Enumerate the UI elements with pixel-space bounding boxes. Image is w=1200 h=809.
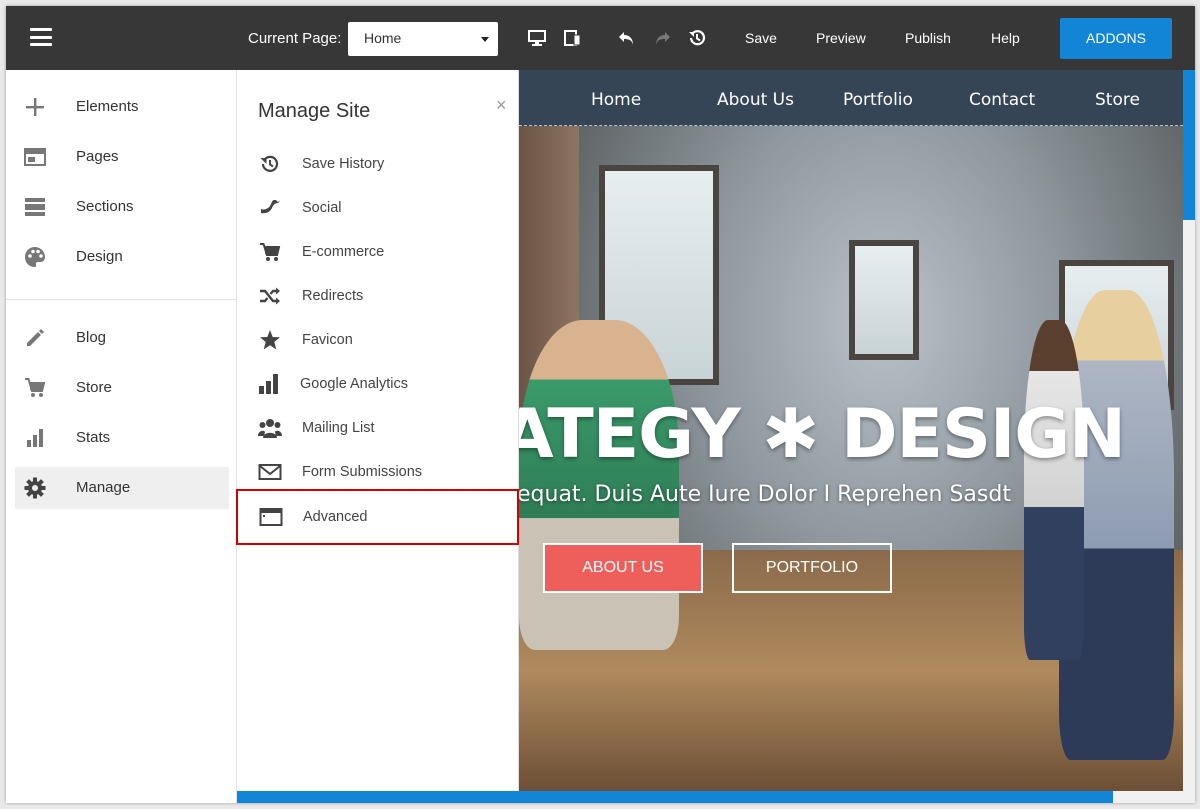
bar-chart-icon <box>27 429 43 447</box>
sidebar-item-pages[interactable]: Pages <box>15 136 229 178</box>
preview-button[interactable]: Preview <box>816 30 866 46</box>
top-toolbar: Current Page: Home Save Preview Publish … <box>6 6 1195 70</box>
cart-icon <box>25 378 46 397</box>
plus-icon <box>26 98 44 116</box>
menu-item-label: Mailing List <box>302 420 375 436</box>
menu-item-label: Save History <box>302 156 385 172</box>
help-button[interactable]: Help <box>991 30 1020 46</box>
left-sidebar: Elements Pages Sections Design Blog Stor… <box>6 70 237 803</box>
menu-item-redirects[interactable]: Redirects <box>237 274 519 318</box>
site-navigation: Home About Us Portfolio Contact Store <box>519 70 1183 126</box>
hero-headline: ATEGY ✱ DESIGN <box>519 395 1126 474</box>
about-us-button[interactable]: ABOUT US <box>543 543 703 593</box>
history-icon[interactable] <box>687 28 707 48</box>
pages-icon <box>24 148 46 166</box>
panel-title: Manage Site <box>258 100 371 122</box>
menu-item-mailing-list[interactable]: Mailing List <box>237 406 519 450</box>
office-window <box>849 240 919 360</box>
sidebar-item-label: Manage <box>76 479 131 496</box>
sidebar-divider <box>6 299 237 300</box>
group-icon <box>258 419 282 438</box>
pencil-icon <box>27 329 44 346</box>
manage-site-panel: Manage Site × Save History Social E-comm… <box>236 70 519 803</box>
person-figure <box>1024 320 1084 660</box>
shuffle-icon <box>260 287 280 305</box>
nav-link-portfolio[interactable]: Portfolio <box>843 90 913 110</box>
menu-item-label: Google Analytics <box>300 376 409 392</box>
nav-link-home[interactable]: Home <box>591 90 641 110</box>
sidebar-item-blog[interactable]: Blog <box>15 317 229 359</box>
menu-item-save-history[interactable]: Save History <box>237 142 519 186</box>
star-icon <box>260 330 280 350</box>
app-window: Current Page: Home Save Preview Publish … <box>6 6 1195 803</box>
bird-icon <box>261 199 280 214</box>
menu-item-label: Form Submissions <box>302 464 423 480</box>
desktop-view-icon[interactable] <box>527 28 547 48</box>
sidebar-item-manage[interactable]: Manage <box>15 467 229 509</box>
current-page-label: Current Page: <box>248 30 342 47</box>
nav-link-store[interactable]: Store <box>1095 90 1140 110</box>
close-icon[interactable]: × <box>496 95 507 116</box>
envelope-icon <box>258 464 282 480</box>
menu-item-google-analytics[interactable]: Google Analytics <box>237 362 519 406</box>
history-icon <box>260 155 279 172</box>
gear-icon <box>24 477 46 499</box>
menu-item-ecommerce[interactable]: E-commerce <box>237 230 519 274</box>
hamburger-menu-icon[interactable] <box>30 28 52 46</box>
menu-item-label: Social <box>302 200 342 216</box>
sidebar-item-design[interactable]: Design <box>15 236 229 278</box>
menu-item-social[interactable]: Social <box>237 186 519 230</box>
sidebar-item-stats[interactable]: Stats <box>15 417 229 459</box>
portfolio-button[interactable]: PORTFOLIO <box>732 543 892 593</box>
horizontal-scrollbar-thumb[interactable] <box>237 791 1113 803</box>
menu-item-favicon[interactable]: Favicon <box>237 318 519 362</box>
menu-item-label: Favicon <box>302 332 353 348</box>
sidebar-item-sections[interactable]: Sections <box>15 186 229 228</box>
menu-item-label: Redirects <box>302 288 364 304</box>
current-page-select[interactable]: Home <box>348 22 498 56</box>
sidebar-item-label: Store <box>76 379 112 396</box>
website-preview[interactable]: Home About Us Portfolio Contact Store AT… <box>519 70 1183 791</box>
save-button[interactable]: Save <box>745 30 777 46</box>
palette-icon <box>25 247 45 267</box>
menu-item-advanced[interactable]: Advanced <box>236 489 519 545</box>
sidebar-item-label: Blog <box>76 329 107 346</box>
sidebar-item-label: Pages <box>76 148 119 165</box>
nav-link-about-us[interactable]: About Us <box>717 90 794 110</box>
caret-down-icon <box>481 37 489 42</box>
current-page-value: Home <box>364 30 402 46</box>
addons-button[interactable]: ADDONS <box>1060 18 1172 59</box>
vertical-scrollbar-thumb[interactable] <box>1183 70 1195 220</box>
sidebar-item-label: Sections <box>76 198 134 215</box>
sidebar-item-label: Stats <box>76 429 111 446</box>
menu-item-label: Advanced <box>303 509 368 525</box>
menu-item-form-submissions[interactable]: Form Submissions <box>237 450 519 494</box>
redo-icon[interactable] <box>652 28 672 48</box>
cart-icon <box>260 243 281 261</box>
undo-icon[interactable] <box>617 28 637 48</box>
sidebar-item-store[interactable]: Store <box>15 367 229 409</box>
bar-chart-icon <box>259 374 278 394</box>
sections-icon <box>25 198 45 216</box>
nav-link-contact[interactable]: Contact <box>969 90 1035 110</box>
sidebar-item-elements[interactable]: Elements <box>15 86 229 128</box>
publish-button[interactable]: Publish <box>905 30 951 46</box>
sidebar-item-label: Design <box>76 248 123 265</box>
sidebar-item-label: Elements <box>76 98 139 115</box>
hero-subheadline: equat. Duis Aute Iure Dolor I Reprehen S… <box>519 482 1011 507</box>
tablet-view-icon[interactable] <box>562 28 582 48</box>
menu-item-label: E-commerce <box>302 244 385 260</box>
browser-window-icon <box>259 508 283 526</box>
